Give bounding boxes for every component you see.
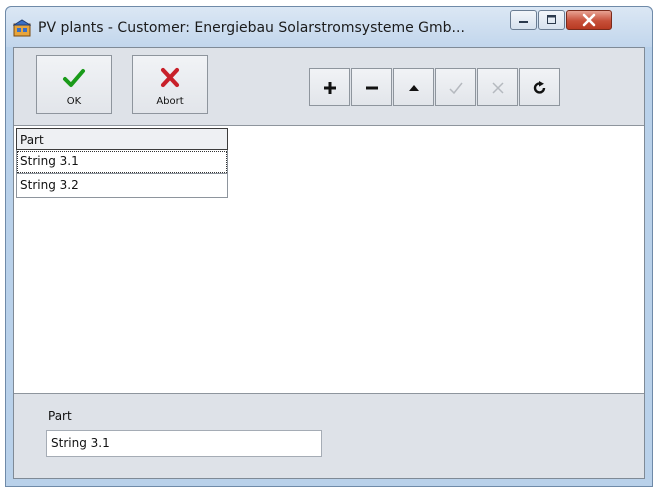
abort-x-icon: [160, 67, 180, 88]
client-area: OK Abort Part String 3.1 String 3.2 Part…: [13, 47, 645, 479]
app-window: PV plants - Customer: Energiebau Solarst…: [5, 6, 653, 487]
maximize-icon: [547, 15, 556, 24]
minus-icon: [366, 86, 378, 90]
refresh-button[interactable]: [519, 68, 560, 106]
toolbar: OK Abort: [14, 48, 644, 119]
refresh-icon: [533, 81, 546, 94]
ok-button[interactable]: OK: [36, 55, 112, 114]
window-title: PV plants - Customer: Energiebau Solarst…: [38, 20, 465, 36]
maximize-button[interactable]: [538, 10, 565, 30]
check-icon: [449, 82, 463, 95]
remove-button[interactable]: [351, 68, 392, 106]
close-button[interactable]: [566, 10, 612, 30]
parts-grid: Part String 3.1 String 3.2: [16, 128, 228, 198]
part-label: Part: [48, 409, 72, 423]
abort-button[interactable]: Abort: [132, 55, 208, 114]
minimize-button[interactable]: [510, 10, 537, 30]
move-up-button[interactable]: [393, 68, 434, 106]
detail-panel: Part String 3.1: [14, 395, 644, 478]
table-row[interactable]: String 3.2: [16, 174, 228, 198]
up-triangle-icon: [409, 85, 419, 91]
cancel-x-icon: [492, 82, 504, 94]
grid-header-part[interactable]: Part: [16, 128, 228, 150]
check-icon: [63, 69, 85, 87]
close-icon: [582, 13, 596, 27]
parts-list-area: Part String 3.1 String 3.2: [14, 125, 644, 394]
part-field[interactable]: String 3.1: [46, 430, 322, 457]
confirm-button[interactable]: [435, 68, 476, 106]
title-bar[interactable]: PV plants - Customer: Energiebau Solarst…: [6, 7, 652, 47]
cancel-button[interactable]: [477, 68, 518, 106]
ok-label: OK: [66, 96, 82, 107]
app-icon: [13, 19, 31, 37]
add-button[interactable]: [309, 68, 350, 106]
abort-label: Abort: [156, 96, 184, 107]
table-row[interactable]: String 3.1: [16, 150, 228, 174]
minimize-icon: [519, 21, 528, 23]
plus-icon: [324, 82, 336, 94]
